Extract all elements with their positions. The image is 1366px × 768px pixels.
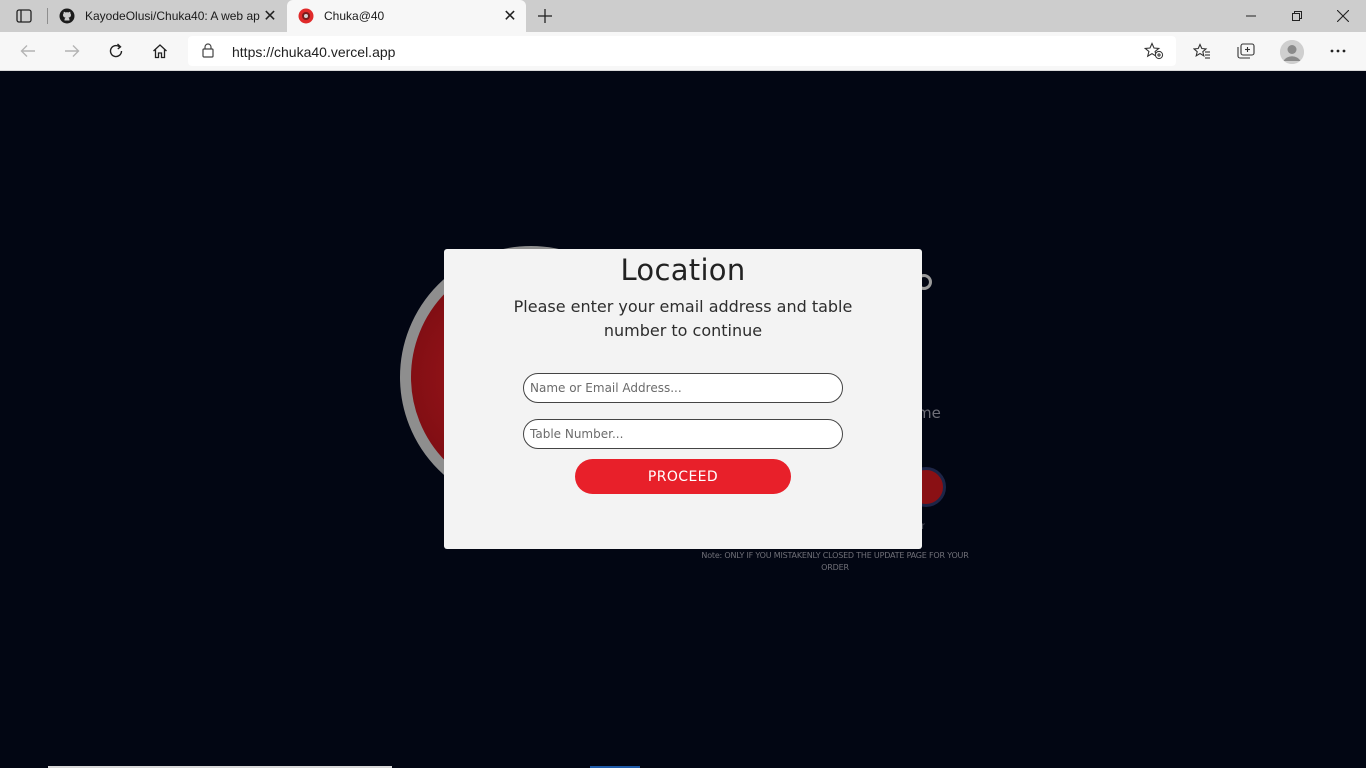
favorites-icon[interactable] — [1187, 37, 1217, 65]
background-note: Note: ONLY IF YOU MISTAKENLY CLOSED THE … — [701, 551, 969, 572]
tab-title: Chuka@40 — [324, 9, 385, 23]
page-content: time er Note: ONLY IF YOU MISTAKENLY CLO… — [0, 71, 1366, 768]
table-number-input[interactable] — [523, 419, 843, 449]
github-icon — [59, 8, 75, 24]
name-email-input[interactable] — [523, 373, 843, 403]
minimize-icon[interactable] — [1228, 0, 1274, 32]
proceed-button[interactable]: PROCEED — [575, 459, 791, 494]
forward-icon[interactable] — [57, 37, 87, 65]
profile-avatar-icon[interactable] — [1280, 40, 1304, 64]
lock-icon[interactable] — [202, 43, 214, 63]
location-modal: Location Please enter your email address… — [444, 249, 922, 549]
close-window-icon[interactable] — [1320, 0, 1366, 32]
add-favorite-icon[interactable] — [1143, 42, 1164, 65]
close-tab-icon[interactable]: ✕ — [500, 6, 520, 26]
modal-description: Please enter your email address and tabl… — [513, 297, 853, 340]
tab-actions-icon[interactable] — [10, 6, 38, 26]
tab-chuka[interactable]: Chuka@40 ✕ — [287, 0, 526, 32]
tab-github[interactable]: KayodeOlusi/Chuka40: A web ap ✕ — [48, 0, 286, 32]
more-menu-icon[interactable] — [1323, 37, 1353, 65]
browser-toolbar: https://chuka40.vercel.app — [0, 32, 1366, 71]
collections-icon[interactable] — [1231, 37, 1261, 65]
new-tab-icon[interactable] — [533, 4, 557, 28]
url-text: https://chuka40.vercel.app — [232, 44, 396, 60]
restore-icon[interactable] — [1274, 0, 1320, 32]
address-bar[interactable]: https://chuka40.vercel.app — [188, 36, 1176, 66]
close-tab-icon[interactable]: ✕ — [260, 6, 280, 26]
browser-tab-bar: KayodeOlusi/Chuka40: A web ap ✕ Chuka@40… — [0, 0, 1366, 32]
modal-title: Location — [620, 253, 746, 287]
site-favicon — [298, 8, 314, 24]
tab-title: KayodeOlusi/Chuka40: A web ap — [85, 9, 260, 23]
refresh-icon[interactable] — [101, 37, 131, 65]
home-icon[interactable] — [145, 37, 175, 65]
back-icon[interactable] — [13, 37, 43, 65]
